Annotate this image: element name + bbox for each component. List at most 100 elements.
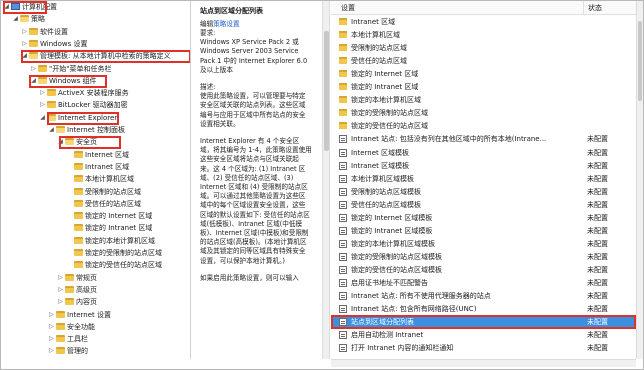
collapsed-arrow-icon[interactable]: ▷ <box>48 334 55 344</box>
tree-item[interactable]: ◢ 策略 <box>12 14 45 24</box>
expanded-arrow-icon[interactable]: ◢ <box>3 2 10 12</box>
expanded-arrow-icon[interactable]: ◢ <box>12 14 19 24</box>
tree-item[interactable]: ◢ Internet Explorer <box>39 113 117 123</box>
list-setting-row[interactable]: 站点到区域分配列表 未配置 <box>331 316 636 329</box>
tree-item[interactable]: ◢ Windows 组件 <box>30 76 96 86</box>
list-vertical-scrollbar[interactable] <box>636 1 643 359</box>
setting-state: 未配置 <box>587 344 608 353</box>
folder-icon <box>339 122 347 130</box>
setting-state: 未配置 <box>587 135 608 144</box>
list-setting-row[interactable]: 锁定的 Internet 区域模板 未配置 <box>331 212 636 224</box>
tree-item[interactable]: ▷ "开始"菜单和任务栏 <box>30 64 111 74</box>
tree-item[interactable]: ◢ 管理模板: 从本地计算机中检索的策略定义 <box>21 51 171 61</box>
tree-item-label: 常规页 <box>76 273 97 282</box>
tree-item[interactable]: ▷ ActiveX 安装程序服务 <box>39 88 129 98</box>
description-scroll-thumb[interactable] <box>324 31 329 151</box>
policy-setting-icon <box>339 187 347 196</box>
list-setting-row[interactable]: 受限制的站点区域模板 未配置 <box>331 186 636 198</box>
list-setting-row[interactable]: Intranet 区域模板 未配置 <box>331 160 636 172</box>
expanded-arrow-icon[interactable]: ◢ <box>57 137 64 147</box>
list-setting-row[interactable]: 启用证书地址不匹配警告 未配置 <box>331 277 636 289</box>
setting-state: 未配置 <box>587 292 608 301</box>
collapsed-arrow-icon[interactable]: ▷ <box>57 285 64 295</box>
list-folder-row[interactable]: 本地计算机区域 <box>331 29 636 41</box>
collapsed-arrow-icon[interactable]: ▷ <box>21 39 28 49</box>
setting-name: 锁定的受限制的站点区域 <box>351 109 428 118</box>
list-setting-row[interactable]: 受信任的站点区域模板 未配置 <box>331 199 636 211</box>
collapsed-arrow-icon[interactable]: ▷ <box>48 346 55 356</box>
list-setting-row[interactable]: 锁定的 Intranet 区域模板 未配置 <box>331 225 636 237</box>
tree-item[interactable]: ◢ 计算机配置 <box>3 2 57 12</box>
edit-policy-link[interactable]: 策略设置 <box>213 20 239 28</box>
list-folder-row[interactable]: Intranet 区域 <box>331 16 636 28</box>
description-scrollbar[interactable] <box>322 1 330 359</box>
list-folder-row[interactable]: 受限制的站点区域 <box>331 42 636 54</box>
collapsed-arrow-icon[interactable]: ▷ <box>39 100 46 110</box>
list-scroll-thumb[interactable] <box>638 21 642 101</box>
tree-item[interactable]: ▷ 工具栏 <box>48 334 88 344</box>
tree-item-label: 策略 <box>31 15 45 24</box>
tree-item[interactable]: ▷ Windows 设置 <box>21 39 87 49</box>
tree-item[interactable]: ▷ Internet 设置 <box>48 310 111 320</box>
tree-item[interactable]: 锁定的本地计算机区域 <box>66 236 155 246</box>
list-setting-row[interactable]: 启用自动检测 Intranet 未配置 <box>331 329 636 341</box>
tree-item[interactable]: ▷ 内容页 <box>57 297 97 307</box>
tree-item[interactable]: ▷ BitLocker 驱动器加密 <box>39 100 128 110</box>
tree-item[interactable]: Internet 区域 <box>66 150 129 160</box>
policy-setting-icon <box>339 318 347 327</box>
policy-setting-icon <box>339 226 347 235</box>
tree-item[interactable]: ▷ 安全功能 <box>48 322 95 332</box>
collapsed-arrow-icon[interactable]: ▷ <box>57 297 64 307</box>
list-folder-row[interactable]: 锁定的 Internet 区域 <box>331 68 636 80</box>
tree-item[interactable]: 受信任的站点区域 <box>66 199 141 209</box>
policy-tree[interactable]: ◢ 计算机配置 ◢ 策略 ▷ 软件设置 ▷ Windows 设置 ◢ 管理模板: 从本地计算机中检… <box>1 1 191 359</box>
expanded-arrow-icon[interactable]: ◢ <box>39 113 46 123</box>
column-header-state[interactable]: 状态 <box>583 1 636 15</box>
tree-item-label: Windows 设置 <box>40 39 88 48</box>
tree-item[interactable]: ▷ 高级页 <box>57 285 97 295</box>
policy-setting-icon <box>339 148 347 157</box>
tree-item[interactable]: 锁定的 Internet 区域 <box>66 211 152 221</box>
list-folder-row[interactable]: 受信任的站点区域 <box>331 55 636 67</box>
list-setting-row[interactable]: Intranet 站点: 包括没有列在其他区域中的所有本地(Intrane...… <box>331 133 636 145</box>
list-setting-row[interactable]: Internet 区域模板 未配置 <box>331 147 636 159</box>
list-folder-row[interactable]: 锁定的受限制的站点区域 <box>331 107 636 119</box>
collapsed-arrow-icon[interactable]: ▷ <box>21 27 28 37</box>
tree-item[interactable]: 本地计算机区域 <box>66 174 134 184</box>
policy-setting-icon <box>339 279 347 287</box>
folder-icon <box>339 109 347 117</box>
list-horizontal-scrollbar[interactable] <box>331 359 636 367</box>
list-setting-row[interactable]: 本地计算机区域模板 未配置 <box>331 173 636 185</box>
expanded-arrow-icon[interactable]: ◢ <box>48 125 55 135</box>
column-header-setting[interactable]: 设置 <box>341 1 355 15</box>
tree-item[interactable]: 受限制的站点区域 <box>66 187 141 197</box>
tree-item[interactable]: 锁定的受限制的站点区域 <box>66 248 162 258</box>
list-setting-row[interactable]: 锁定的受信任的站点区域模板 未配置 <box>331 264 636 276</box>
collapsed-arrow-icon[interactable]: ▷ <box>48 310 55 320</box>
tree-item[interactable]: 锁定的 Intranet 区域 <box>66 223 152 233</box>
collapsed-arrow-icon[interactable]: ▷ <box>30 64 37 74</box>
tree-item[interactable]: ◢ Internet 控制面板 <box>48 125 125 135</box>
tree-item[interactable]: ▷ 常规页 <box>57 273 97 283</box>
list-setting-row[interactable]: Intranet 站点: 所有不使用代理服务器的站点 未配置 <box>331 290 636 302</box>
list-setting-row[interactable]: Intranet 站点: 包含所有网络路径(UNC) 未配置 <box>331 303 636 315</box>
list-folder-row[interactable]: 锁定的受信任的站点区域 <box>331 120 636 132</box>
collapsed-arrow-icon[interactable]: ▷ <box>57 273 64 283</box>
tree-item[interactable]: ▷ 软件设置 <box>21 27 68 37</box>
tree-item[interactable]: ◢ 安全页 <box>57 137 97 147</box>
tree-item[interactable]: ▷ 管理的 <box>48 346 88 356</box>
tree-item[interactable]: Intranet 区域 <box>66 162 129 172</box>
setting-state: 未配置 <box>587 252 608 261</box>
collapsed-arrow-icon[interactable]: ▷ <box>39 88 46 98</box>
folder-icon <box>56 310 65 318</box>
collapsed-arrow-icon[interactable]: ▷ <box>48 322 55 332</box>
tree-item[interactable]: 锁定的受信任的站点区域 <box>66 260 162 270</box>
expanded-arrow-icon[interactable]: ◢ <box>30 76 37 86</box>
expanded-arrow-icon[interactable]: ◢ <box>21 51 28 61</box>
list-setting-row[interactable]: 锁定的受限制的站点区域模板 未配置 <box>331 251 636 263</box>
folder-icon <box>29 27 38 35</box>
list-setting-row[interactable]: 打开 Intranet 内容的通知栏通知 未配置 <box>331 342 636 354</box>
list-folder-row[interactable]: 锁定的本地计算机区域 <box>331 94 636 106</box>
list-setting-row[interactable]: 锁定的本地计算机区域模板 未配置 <box>331 238 636 250</box>
list-folder-row[interactable]: 锁定的 Intranet 区域 <box>331 81 636 93</box>
